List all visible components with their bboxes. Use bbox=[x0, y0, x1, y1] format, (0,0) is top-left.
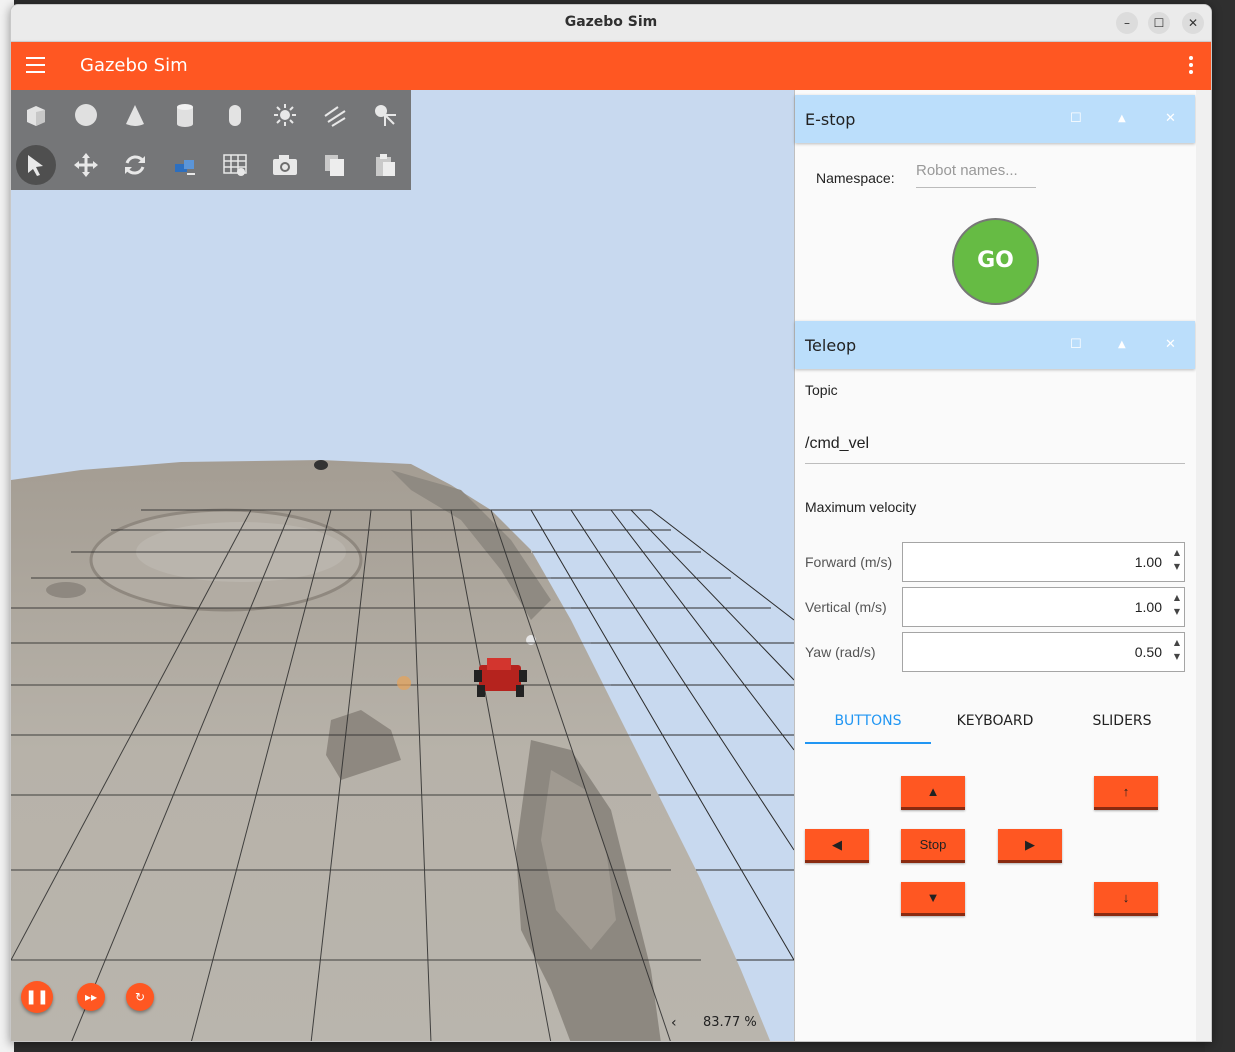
vertical-label: Vertical (m/s) bbox=[805, 599, 887, 615]
capsule-icon[interactable] bbox=[215, 95, 255, 135]
backward-button[interactable]: ▼ bbox=[901, 882, 965, 916]
reset-icon: ↻ bbox=[134, 990, 146, 1004]
spin-arrows-icon[interactable]: ▲ ▼ bbox=[1174, 636, 1180, 664]
estop-header: E-stop ☐ ▲ ✕ bbox=[795, 95, 1195, 143]
close-card-icon[interactable]: ✕ bbox=[1165, 337, 1176, 352]
yaw-label: Yaw (rad/s) bbox=[805, 644, 876, 660]
close-icon: ✕ bbox=[1187, 16, 1199, 30]
translate-icon[interactable] bbox=[66, 145, 106, 185]
more-options-icon[interactable] bbox=[1189, 56, 1193, 77]
app-bar: Gazebo Sim bbox=[11, 42, 1211, 90]
maximize-icon: ☐ bbox=[1153, 16, 1165, 30]
vertical-velocity-spinbox[interactable]: 1.00 ▲ ▼ bbox=[902, 587, 1185, 627]
stop-button[interactable]: Stop bbox=[901, 829, 965, 863]
paste-icon[interactable] bbox=[365, 145, 405, 185]
maximize-card-icon[interactable]: ☐ bbox=[1070, 111, 1082, 126]
maximize-button[interactable]: ☐ bbox=[1148, 12, 1170, 34]
close-card-icon[interactable]: ✕ bbox=[1165, 111, 1176, 126]
sun-light-icon[interactable] bbox=[265, 95, 305, 135]
forward-label: Forward (m/s) bbox=[805, 554, 893, 570]
estop-title: E-stop bbox=[805, 110, 856, 129]
window-title: Gazebo Sim bbox=[564, 14, 658, 30]
select-arrow-icon[interactable] bbox=[16, 145, 56, 185]
topic-label: Topic bbox=[805, 382, 838, 398]
up-button[interactable]: ↑ bbox=[1094, 776, 1158, 810]
window-titlebar[interactable]: Gazebo Sim – ☐ ✕ bbox=[11, 5, 1211, 42]
go-button[interactable]: GO bbox=[952, 218, 1039, 305]
plugin-panel: E-stop ☐ ▲ ✕ Namespace: Robot names... G… bbox=[794, 90, 1196, 1041]
spin-arrows-icon[interactable]: ▲ ▼ bbox=[1174, 591, 1180, 619]
collapse-card-icon[interactable]: ▲ bbox=[1118, 339, 1126, 350]
tab-sliders[interactable]: SLIDERS bbox=[1059, 702, 1185, 744]
screenshot-camera-icon[interactable] bbox=[265, 145, 305, 185]
collapse-arrow-icon[interactable]: ‹ bbox=[671, 1015, 677, 1031]
3d-scene-viewport[interactable] bbox=[11, 90, 794, 1041]
box-icon[interactable] bbox=[16, 95, 56, 135]
minimize-icon: – bbox=[1124, 16, 1130, 30]
collapse-card-icon[interactable]: ▲ bbox=[1118, 113, 1126, 124]
scene-toolbar bbox=[11, 90, 411, 190]
yaw-velocity-spinbox[interactable]: 0.50 ▲ ▼ bbox=[902, 632, 1185, 672]
hamburger-menu-icon[interactable] bbox=[26, 57, 45, 73]
transform-tool-icon[interactable] bbox=[165, 145, 205, 185]
rotate-icon[interactable] bbox=[115, 145, 155, 185]
fast-forward-icon: ▸▸ bbox=[84, 990, 98, 1004]
namespace-label: Namespace: bbox=[816, 170, 895, 186]
zoom-level: 83.77 % bbox=[703, 1015, 757, 1030]
spot-light-icon[interactable] bbox=[365, 95, 405, 135]
maximize-card-icon[interactable]: ☐ bbox=[1070, 337, 1082, 352]
copy-icon[interactable] bbox=[315, 145, 355, 185]
close-button[interactable]: ✕ bbox=[1182, 12, 1204, 34]
spin-arrows-icon[interactable]: ▲ ▼ bbox=[1174, 546, 1180, 574]
forward-value: 1.00 bbox=[1134, 554, 1162, 570]
topic-input[interactable]: /cmd_vel bbox=[805, 428, 1185, 464]
yaw-value: 0.50 bbox=[1134, 644, 1162, 660]
down-button[interactable]: ↓ bbox=[1094, 882, 1158, 916]
tab-buttons[interactable]: BUTTONS bbox=[805, 702, 931, 744]
teleop-title: Teleop bbox=[805, 336, 857, 355]
pause-icon: ❚❚ bbox=[25, 989, 49, 1005]
teleop-header: Teleop ☐ ▲ ✕ bbox=[795, 321, 1195, 369]
gazebo-window: Gazebo Sim – ☐ ✕ Gazebo Sim ❚❚ ▸▸ ↻ ‹ 83… bbox=[10, 4, 1212, 1042]
pause-button[interactable]: ❚❚ bbox=[21, 981, 53, 1013]
max-velocity-label: Maximum velocity bbox=[805, 499, 917, 515]
reset-button[interactable]: ↻ bbox=[126, 983, 154, 1011]
app-title: Gazebo Sim bbox=[80, 55, 188, 76]
cone-icon[interactable] bbox=[115, 95, 155, 135]
namespace-input[interactable]: Robot names... bbox=[916, 158, 1036, 188]
left-button[interactable]: ◀ bbox=[805, 829, 869, 863]
forward-velocity-spinbox[interactable]: 1.00 ▲ ▼ bbox=[902, 542, 1185, 582]
minimize-button[interactable]: – bbox=[1116, 12, 1138, 34]
vertical-value: 1.00 bbox=[1134, 599, 1162, 615]
right-button[interactable]: ▶ bbox=[998, 829, 1062, 863]
scene-render bbox=[11, 460, 794, 1041]
directional-light-icon[interactable] bbox=[315, 95, 355, 135]
cylinder-icon[interactable] bbox=[165, 95, 205, 135]
tab-keyboard[interactable]: KEYBOARD bbox=[932, 702, 1058, 744]
forward-button[interactable]: ▲ bbox=[901, 776, 965, 810]
panel-scrollbar[interactable] bbox=[1196, 90, 1211, 1041]
step-forward-button[interactable]: ▸▸ bbox=[77, 983, 105, 1011]
sphere-icon[interactable] bbox=[66, 95, 106, 135]
grid-config-icon[interactable] bbox=[215, 145, 255, 185]
